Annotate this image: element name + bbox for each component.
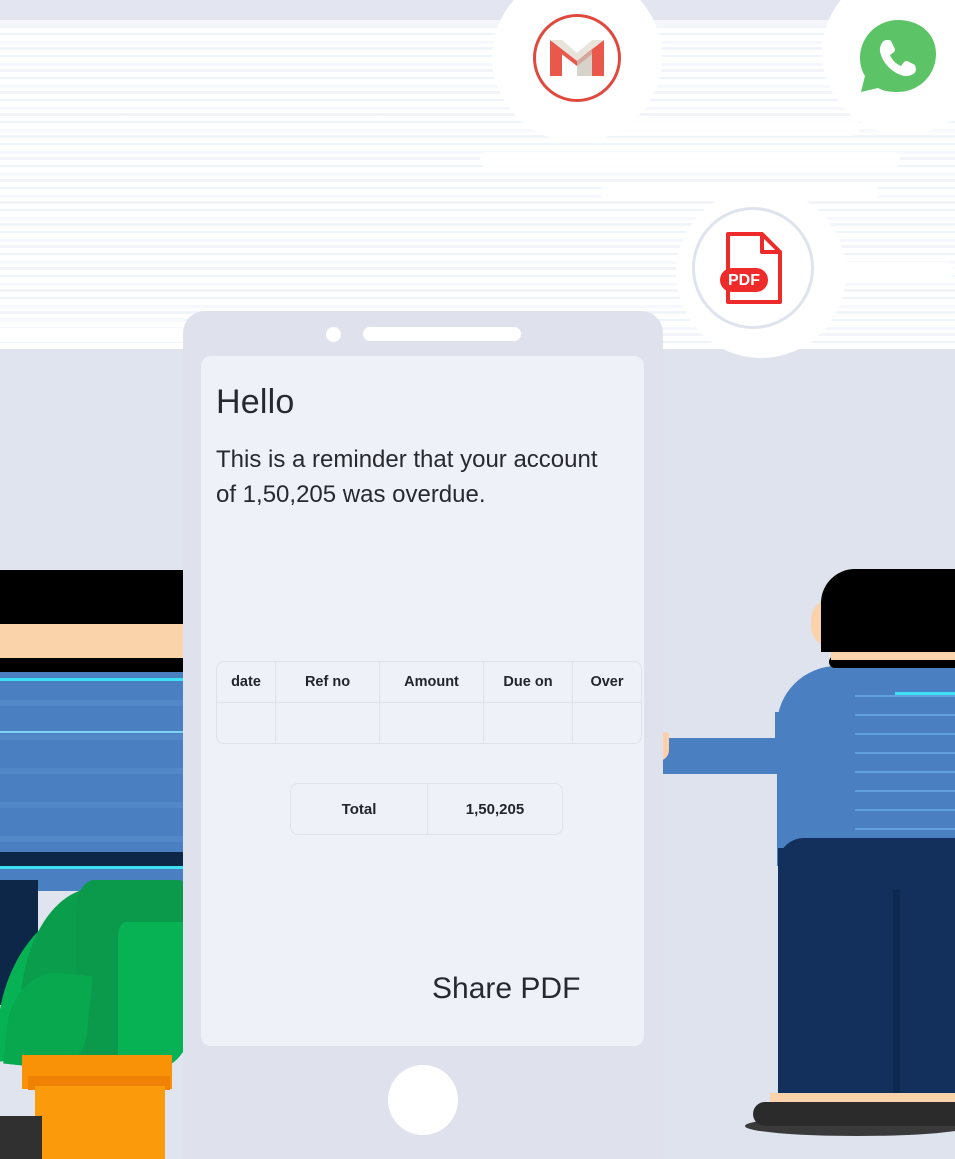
glitch-band-collar — [0, 658, 183, 672]
motion-streak — [560, 118, 860, 136]
gmail-icon-ring — [533, 14, 621, 102]
background-top-strip — [0, 0, 955, 20]
column-header-amount: Amount — [380, 662, 484, 703]
cell-over — [573, 703, 641, 743]
illustration-scene: Hello This is a reminder that your accou… — [0, 0, 955, 1159]
column-header-ref-no: Ref no — [276, 662, 380, 703]
person-glitch-cyan — [895, 692, 955, 695]
cell-ref-no — [276, 703, 380, 743]
column-header-due-on: Due on — [484, 662, 573, 703]
table-row — [217, 703, 641, 743]
plant-pot-body — [35, 1086, 165, 1159]
svg-text:PDF: PDF — [728, 272, 760, 289]
gmail-icon[interactable] — [524, 5, 630, 111]
gmail-envelope-glyph — [550, 40, 604, 76]
person-leg-divider — [893, 890, 900, 1101]
whatsapp-icon[interactable] — [848, 8, 948, 108]
home-button[interactable] — [388, 1065, 458, 1135]
cell-date — [217, 703, 276, 743]
person-floor-shadow — [745, 1116, 955, 1136]
plant-pot-shadow — [0, 1116, 42, 1159]
total-table: Total 1,50,205 — [290, 783, 563, 835]
column-header-date: date — [217, 662, 276, 703]
motion-streak — [820, 262, 955, 280]
motion-streak — [600, 186, 880, 200]
background-white-band — [0, 328, 183, 342]
share-pdf-button[interactable]: Share PDF — [432, 972, 580, 1006]
greeting-heading: Hello — [216, 383, 295, 421]
background-white-band-thin — [0, 318, 183, 322]
total-row: Total 1,50,205 — [291, 784, 562, 834]
whatsapp-glyph — [860, 20, 936, 92]
glitch-band-cyan — [0, 678, 183, 681]
table-header-row: date Ref no Amount Due on Over — [217, 662, 641, 703]
invoice-table: date Ref no Amount Due on Over — [216, 661, 642, 744]
total-label: Total — [291, 784, 428, 834]
potted-plant — [0, 880, 198, 1159]
glitch-band-hair — [0, 570, 183, 624]
reminder-body-text: This is a reminder that your account of … — [216, 446, 598, 509]
glitch-band-dark — [0, 852, 183, 866]
total-value: 1,50,205 — [465, 800, 525, 818]
column-header-over: Over — [573, 662, 641, 703]
glitch-band-shirt — [0, 672, 183, 852]
cell-amount — [380, 703, 484, 743]
person-illustration — [599, 560, 955, 1159]
person-pants — [778, 848, 955, 1101]
earpiece-speaker-icon — [363, 327, 521, 341]
front-camera-icon — [326, 327, 341, 342]
cell-due-on — [484, 703, 573, 743]
pdf-document-glyph: PDF — [720, 232, 782, 304]
pdf-file-icon[interactable]: PDF — [692, 207, 814, 329]
background-top-strip-secondary — [0, 20, 955, 26]
glitch-band-cyan — [0, 731, 183, 733]
motion-streak — [480, 152, 900, 168]
glitch-band-skin — [0, 624, 183, 658]
